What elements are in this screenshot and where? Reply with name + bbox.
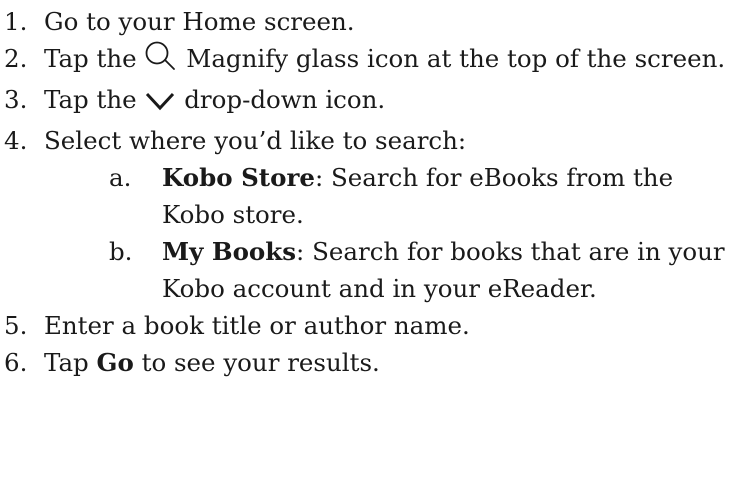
step-body: Tap the drop-down icon. bbox=[44, 81, 754, 122]
step-text-pre: Tap bbox=[44, 348, 89, 377]
step-3: 3. Tap the drop-down icon. bbox=[0, 81, 754, 122]
step-number: 1. bbox=[4, 7, 28, 36]
step-number: 5. bbox=[4, 311, 28, 340]
step-term: Go bbox=[96, 348, 134, 377]
step-5: 5. Enter a book title or author name. bbox=[0, 307, 754, 344]
substep-b: b. My Books: Search for books that are i… bbox=[0, 233, 754, 307]
magnify-glass-icon bbox=[144, 41, 178, 81]
step-4: 4. Select where you’d like to search: bbox=[0, 122, 754, 159]
step-6: 6. Tap Go to see your results. bbox=[0, 344, 754, 381]
step-text: Enter a book title or author name. bbox=[44, 311, 470, 340]
substep-body: Kobo Store: Search for eBooks from the K… bbox=[162, 159, 742, 233]
step-text-post: drop-down icon. bbox=[184, 85, 386, 114]
step-text: Go to your Home screen. bbox=[44, 7, 355, 36]
step-1: 1. Go to your Home screen. bbox=[0, 3, 754, 40]
chevron-down-icon bbox=[144, 85, 176, 122]
step-text-post: to see your results. bbox=[141, 348, 380, 377]
substep-a: a. Kobo Store: Search for eBooks from th… bbox=[0, 159, 754, 233]
substep-term: Kobo Store bbox=[162, 163, 315, 192]
step-number: 2. bbox=[4, 44, 28, 73]
step-number: 6. bbox=[4, 348, 28, 377]
step-text-post: Magnify glass icon at the top of the scr… bbox=[186, 44, 726, 73]
step-text: Select where you’d like to search: bbox=[44, 126, 467, 155]
step-body: Tap the Magnify glass icon at the top of… bbox=[44, 40, 754, 81]
substep-body: My Books: Search for books that are in y… bbox=[162, 233, 742, 307]
step-body: Tap Go to see your results. bbox=[44, 344, 754, 381]
step-text-pre: Tap the bbox=[44, 44, 137, 73]
instruction-list: 1. Go to your Home screen. 2. Tap the Ma… bbox=[0, 0, 754, 477]
substep-letter: b. bbox=[109, 237, 133, 266]
step-text-pre: Tap the bbox=[44, 85, 137, 114]
step-number: 4. bbox=[4, 126, 28, 155]
step-number: 3. bbox=[4, 85, 28, 114]
substep-term: My Books bbox=[162, 237, 297, 266]
substep-letter: a. bbox=[109, 163, 132, 192]
step-2: 2. Tap the Magnify glass icon at the top… bbox=[0, 40, 754, 81]
